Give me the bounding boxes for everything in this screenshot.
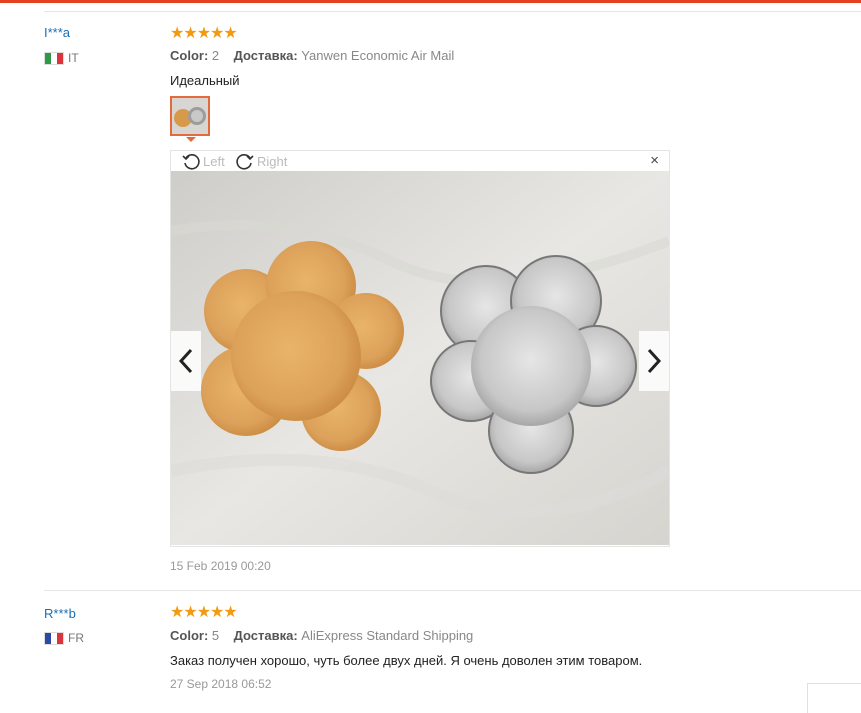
- divider: [44, 11, 861, 12]
- star-rating: ★★★★★: [170, 25, 238, 42]
- chevron-right-icon: [647, 348, 662, 374]
- flag-italy-icon: [44, 51, 64, 65]
- rotate-right-label: Right: [257, 153, 288, 169]
- color-label: Color:: [170, 628, 209, 643]
- rotate-left-label: Left: [203, 153, 225, 169]
- photo-viewer: Left Right ×: [170, 150, 670, 547]
- country-code: IT: [68, 51, 79, 65]
- rotate-left-button[interactable]: Left: [181, 151, 225, 171]
- reviewer-name[interactable]: R***b: [44, 606, 76, 621]
- review-date: 15 Feb 2019 00:20: [170, 559, 271, 573]
- reviewer-country: IT: [44, 51, 79, 65]
- shipping-label: Доставка:: [233, 628, 298, 643]
- country-code: FR: [68, 631, 84, 645]
- reviewer-country: FR: [44, 631, 84, 645]
- review-photo-thumbnail[interactable]: [170, 96, 210, 136]
- star-rating: ★★★★★: [170, 604, 238, 621]
- review-meta: Color: 2 Доставка: Yanwen Economic Air M…: [170, 48, 454, 63]
- color-value: 5: [211, 628, 220, 643]
- top-accent-bar: [0, 0, 861, 3]
- shipping-value: AliExpress Standard Shipping: [301, 628, 474, 643]
- cookie-and-cutter-photo: [171, 171, 669, 545]
- review-photo: [171, 171, 669, 545]
- shipping-value: Yanwen Economic Air Mail: [301, 48, 455, 63]
- review-meta: Color: 5 Доставка: AliExpress Standard S…: [170, 628, 473, 643]
- color-label: Color:: [170, 48, 209, 63]
- rotate-right-icon: [236, 154, 254, 170]
- previous-photo-button[interactable]: [171, 331, 201, 391]
- reviewer-name[interactable]: I***a: [44, 25, 70, 40]
- rotate-left-icon: [182, 154, 200, 170]
- review-text: Заказ получен хорошо, чуть более двух дн…: [170, 653, 643, 668]
- chevron-left-icon: [178, 348, 193, 374]
- next-photo-button[interactable]: [639, 331, 669, 391]
- divider: [44, 590, 861, 591]
- page-edge-frame: [807, 683, 861, 713]
- flag-france-icon: [44, 631, 64, 645]
- thumbnail-pointer: [186, 137, 196, 142]
- color-value: 2: [211, 48, 220, 63]
- shipping-label: Доставка:: [233, 48, 298, 63]
- viewer-toolbar: Left Right ×: [171, 151, 669, 171]
- close-icon[interactable]: ×: [650, 152, 659, 169]
- review-date: 27 Sep 2018 06:52: [170, 677, 272, 691]
- review-text: Идеальный: [170, 73, 240, 88]
- rotate-right-button[interactable]: Right: [235, 151, 287, 171]
